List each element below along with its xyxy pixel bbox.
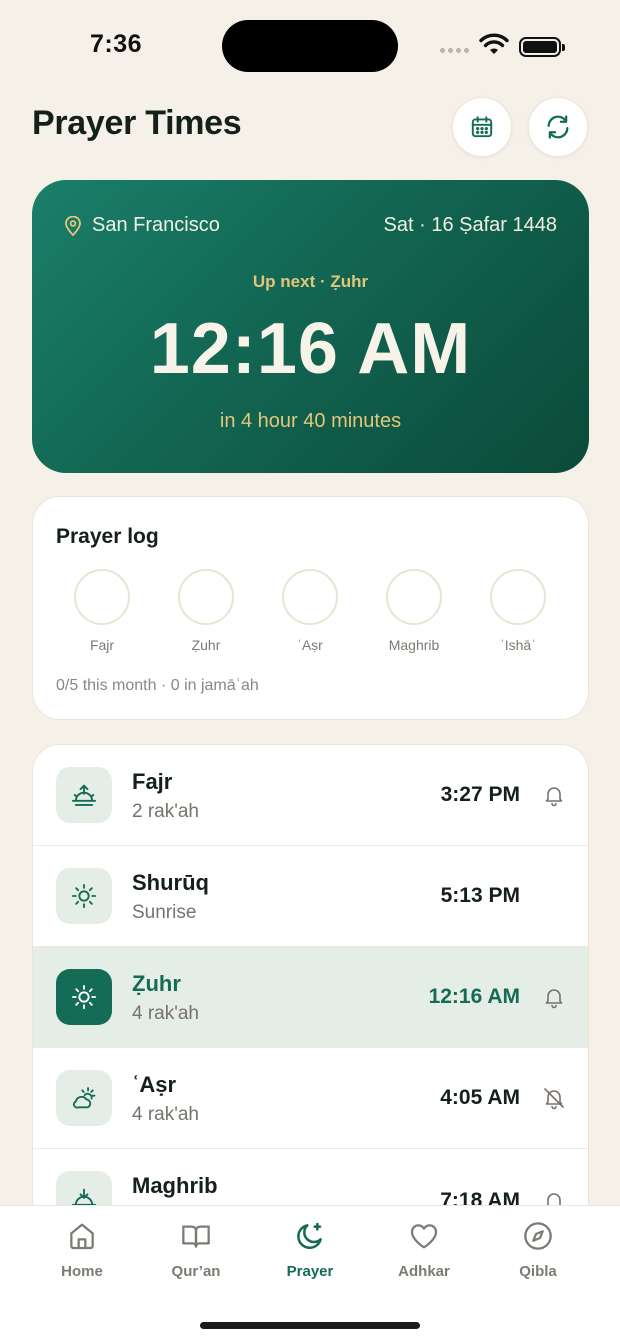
prayer-name: Shurūq xyxy=(132,870,209,895)
prayer-name: Maghrib xyxy=(132,1173,218,1198)
next-prayer-card: San Francisco Sat · 16 Ṣafar 1448 Up nex… xyxy=(32,180,589,473)
log-label: ʿAṣr xyxy=(297,637,323,653)
tab-label: Home xyxy=(61,1263,103,1280)
tab-label: Prayer xyxy=(286,1263,334,1280)
prayer-log-card: Prayer log Fajr Ẓuhr ʿAṣr Maghrib ʿIshāʾ… xyxy=(32,496,589,720)
sun-icon xyxy=(71,984,97,1010)
refresh-button[interactable] xyxy=(528,97,588,157)
log-circle[interactable] xyxy=(178,569,234,625)
tab-label: Qibla xyxy=(519,1263,557,1280)
status-bar: 7:36 xyxy=(0,0,620,90)
log-circle[interactable] xyxy=(386,569,442,625)
up-next-label: Up next · Ẓuhr xyxy=(252,272,369,291)
prayer-name: Fajr xyxy=(132,769,173,794)
tab-adhkar[interactable]: Adhkar xyxy=(374,1220,474,1280)
bell-icon[interactable] xyxy=(542,985,566,1009)
prayer-time: 12:16 AM xyxy=(428,985,520,1008)
tab-home[interactable]: Home xyxy=(32,1220,132,1280)
prayer-log-title: Prayer log xyxy=(56,525,159,548)
prayer-icon-box xyxy=(56,767,112,823)
prayer-name: ʿAṣr xyxy=(132,1072,177,1097)
tab-label: Qur’an xyxy=(171,1263,221,1280)
home-icon xyxy=(70,1223,94,1250)
prayer-time: 5:13 PM xyxy=(440,884,520,907)
page-title: Prayer Times xyxy=(32,104,242,142)
prayer-rakah: 2 rak'ah xyxy=(132,801,200,822)
prayer-rakah: 4 rak'ah xyxy=(132,1003,200,1024)
prayer-name: Ẓuhr xyxy=(132,971,181,996)
tab-prayer[interactable]: Prayer xyxy=(260,1220,360,1280)
prayer-row-asr[interactable]: ʿAṣr 4 rak'ah 4:05 AM xyxy=(33,1048,588,1149)
location-name: San Francisco xyxy=(92,214,220,236)
heart-icon xyxy=(410,1224,438,1249)
refresh-icon xyxy=(547,115,569,139)
dynamic-island xyxy=(222,20,398,72)
sunrise-icon xyxy=(71,784,97,806)
prayer-icon-box xyxy=(56,969,112,1025)
prayer-rakah: 4 rak'ah xyxy=(132,1104,200,1125)
prayer-log-summary: 0/5 this month · 0 in jamāʿah xyxy=(56,677,259,694)
calendar-button[interactable] xyxy=(452,97,512,157)
cloud-sun-icon xyxy=(72,1087,96,1109)
log-circle[interactable] xyxy=(490,569,546,625)
tab-bar: Home Qur’an Prayer Adhkar Qibla xyxy=(0,1205,620,1341)
log-item-zuhr[interactable]: Ẓuhr xyxy=(161,569,251,653)
book-icon xyxy=(182,1225,210,1248)
next-prayer-time: 12:16 AM xyxy=(149,309,472,389)
bell-icon[interactable] xyxy=(542,783,566,807)
bell-off-icon[interactable] xyxy=(542,1086,566,1110)
prayer-row-fajr[interactable]: Fajr 2 rak'ah 3:27 PM xyxy=(33,745,588,846)
prayer-time: 3:27 PM xyxy=(440,783,520,806)
log-label: Maghrib xyxy=(388,637,440,653)
hijri-date: Sat · 16 Ṣafar 1448 xyxy=(383,214,557,236)
prayer-icon-box xyxy=(56,868,112,924)
location-pin-icon xyxy=(65,215,81,236)
log-circle[interactable] xyxy=(74,569,130,625)
log-circle[interactable] xyxy=(282,569,338,625)
status-time: 7:36 xyxy=(90,30,143,58)
location[interactable]: San Francisco xyxy=(64,214,220,237)
prayer-row-zuhr[interactable]: Ẓuhr 4 rak'ah 12:16 AM xyxy=(33,947,588,1048)
log-label: Ẓuhr xyxy=(191,637,221,653)
log-item-asr[interactable]: ʿAṣr xyxy=(265,569,355,653)
log-item-fajr[interactable]: Fajr xyxy=(57,569,147,653)
calendar-icon xyxy=(471,116,493,138)
prayer-icon-box xyxy=(56,1070,112,1126)
prayer-time: 4:05 AM xyxy=(440,1086,520,1109)
compass-icon xyxy=(524,1222,552,1250)
tab-label: Adhkar xyxy=(398,1263,450,1280)
log-label: Fajr xyxy=(89,637,115,653)
prayer-rakah: Sunrise xyxy=(132,902,197,923)
tab-qibla[interactable]: Qibla xyxy=(488,1220,588,1280)
wifi-icon xyxy=(479,33,509,54)
tab-quran[interactable]: Qur’an xyxy=(146,1220,246,1280)
countdown: in 4 hour 40 minutes xyxy=(219,410,402,432)
log-label: ʿIshāʾ xyxy=(500,637,536,653)
home-indicator xyxy=(200,1322,420,1329)
battery-icon xyxy=(519,37,565,57)
log-item-isha[interactable]: ʿIshāʾ xyxy=(473,569,563,653)
prayer-row-shuruq[interactable]: Shurūq Sunrise 5:13 PM xyxy=(33,846,588,947)
sun-icon xyxy=(71,883,97,909)
log-item-maghrib[interactable]: Maghrib xyxy=(369,569,459,653)
cellular-signal-icon xyxy=(440,48,469,53)
moon-star-icon xyxy=(297,1222,322,1249)
